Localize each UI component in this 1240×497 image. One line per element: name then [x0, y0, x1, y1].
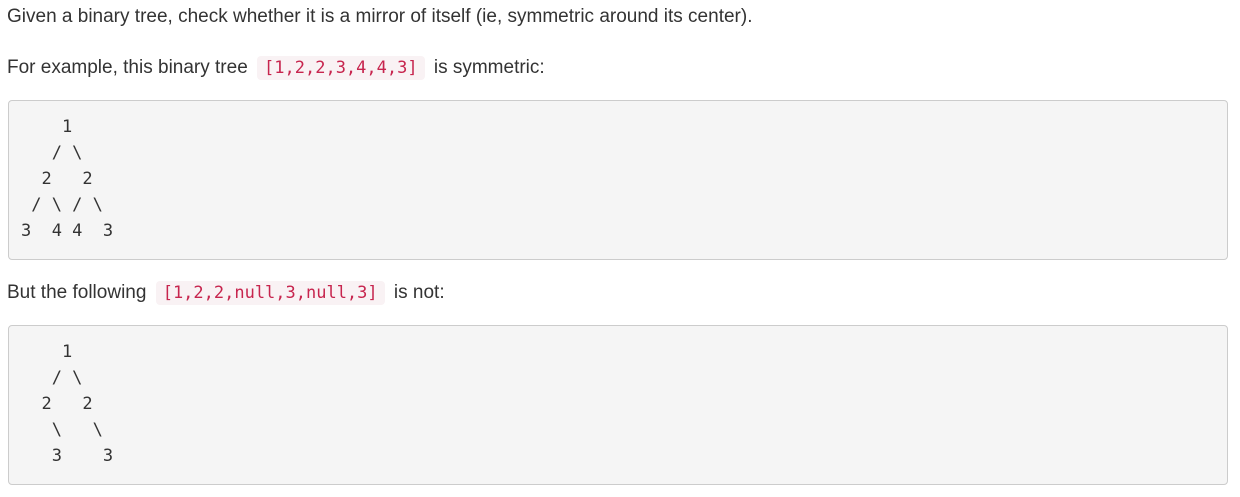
- example-symmetric-code: [1,2,2,3,4,4,3]: [257, 56, 425, 80]
- problem-statement: Given a binary tree, check whether it is…: [7, 6, 753, 27]
- example-symmetric-suffix: is symmetric:: [433, 57, 545, 78]
- example-asymmetric-sentence: But the following [1,2,2,null,3,null,3] …: [7, 279, 445, 307]
- example-asymmetric-prefix: But the following: [7, 282, 147, 303]
- asymmetric-tree-diagram: 1 / \ 2 2 \ \ 3 3: [8, 325, 1228, 485]
- example-symmetric-prefix: For example, this binary tree: [7, 57, 248, 78]
- example-asymmetric-code: [1,2,2,null,3,null,3]: [155, 281, 385, 305]
- symmetric-tree-diagram: 1 / \ 2 2 / \ / \ 3 4 4 3: [8, 100, 1228, 260]
- example-asymmetric-suffix: is not:: [393, 282, 445, 303]
- example-symmetric-sentence: For example, this binary tree [1,2,2,3,4…: [7, 54, 545, 82]
